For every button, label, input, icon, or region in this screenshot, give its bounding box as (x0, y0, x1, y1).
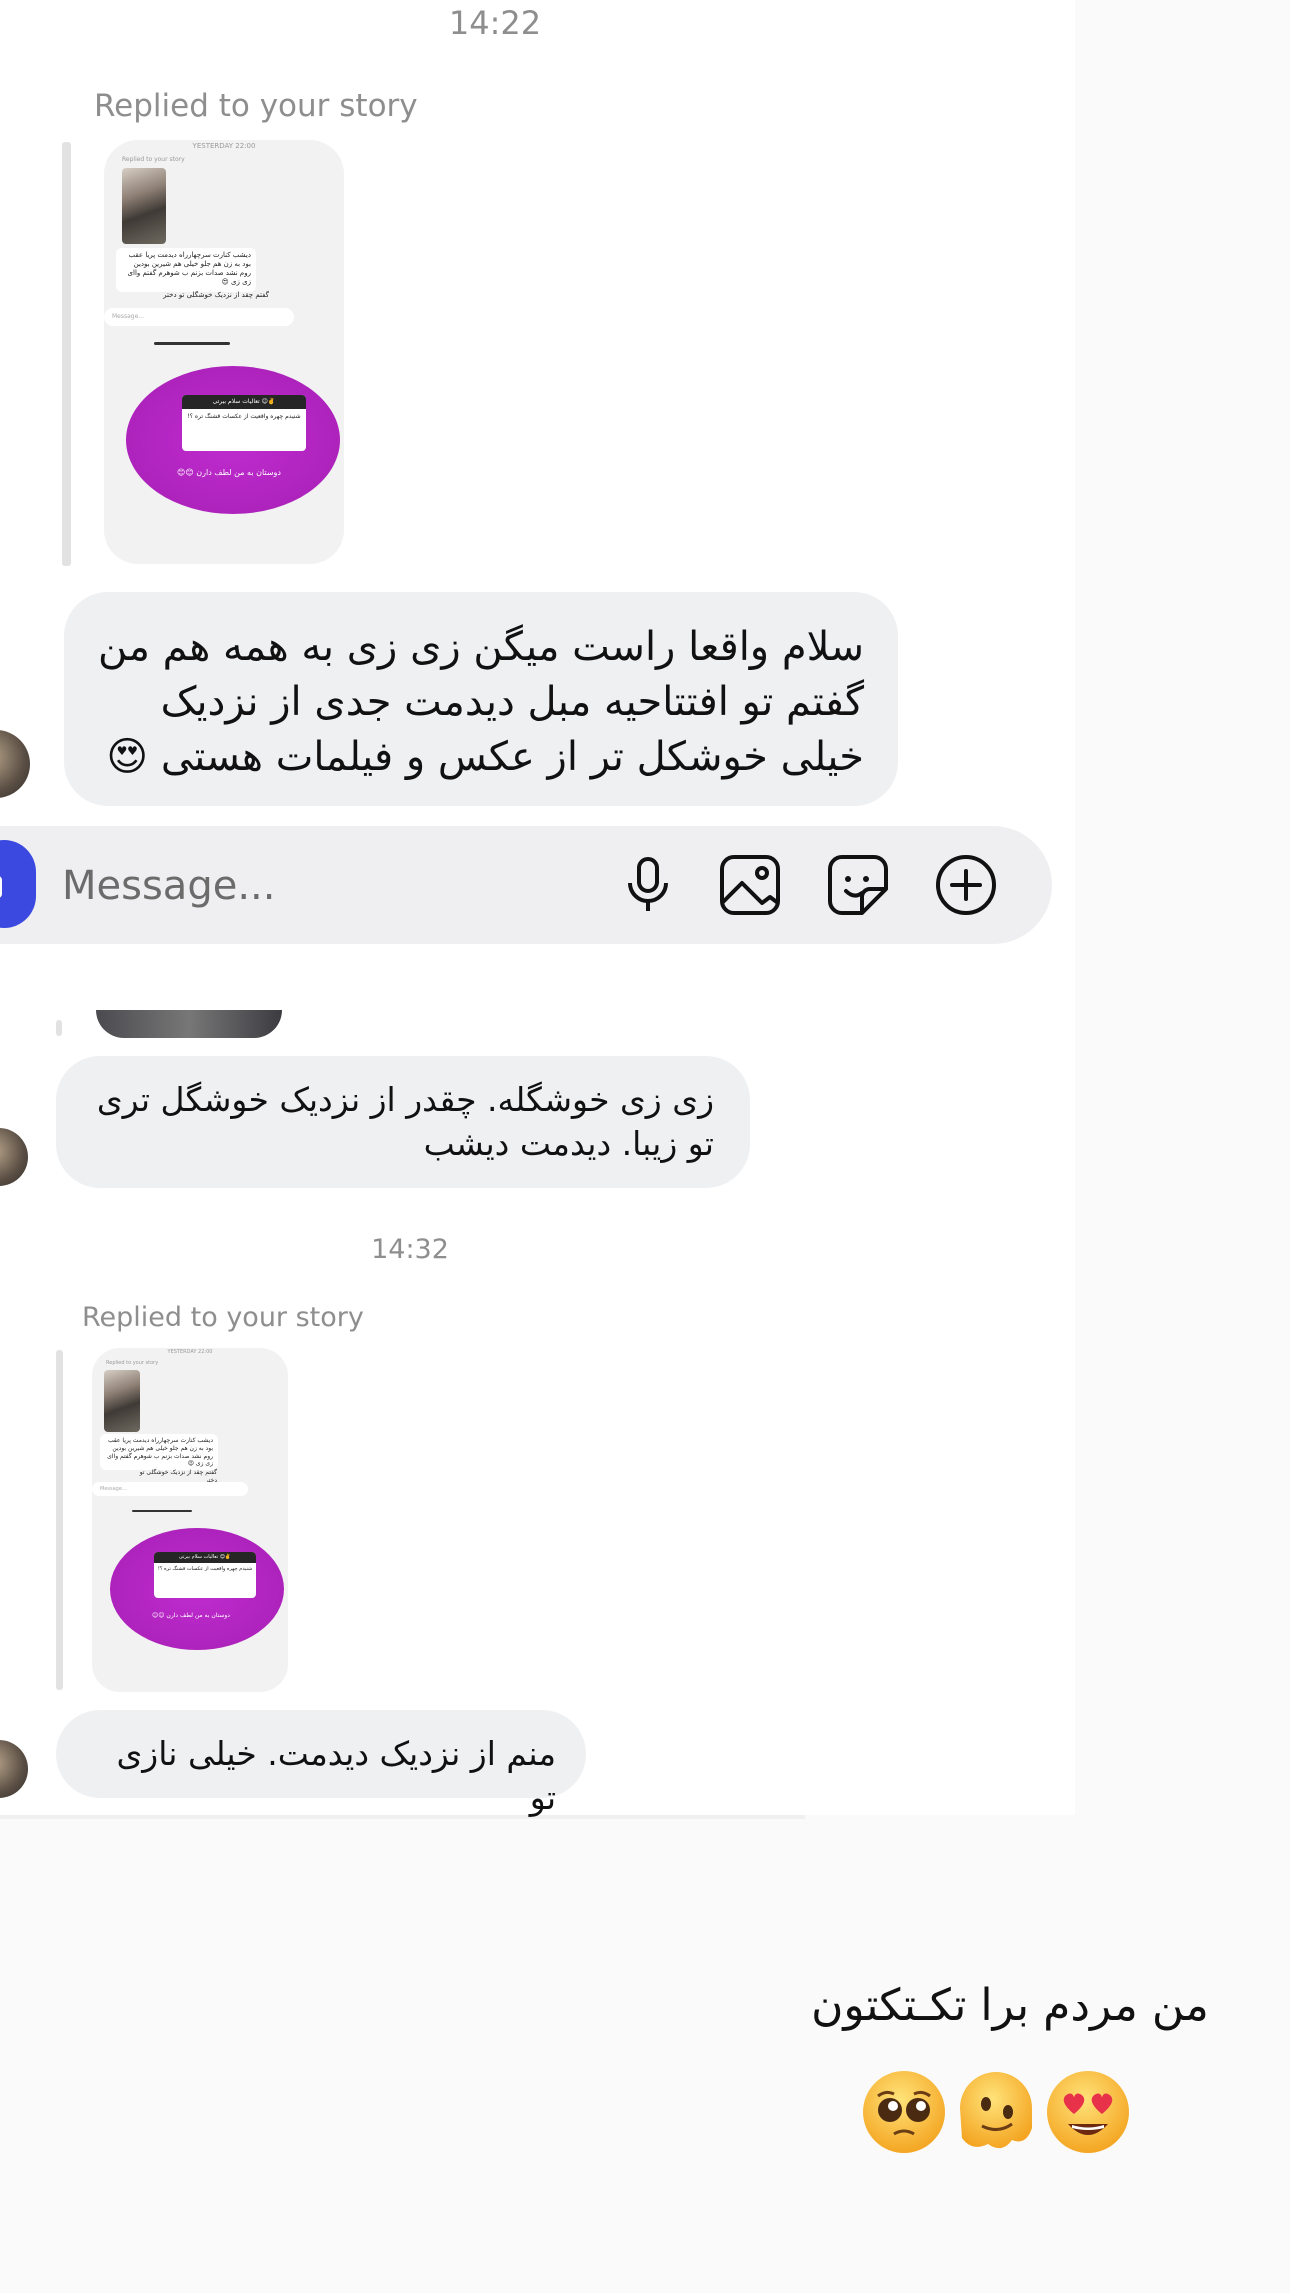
add-icon[interactable] (934, 853, 998, 917)
timestamp: 14:22 (448, 4, 542, 42)
story-mini-replied-label: Replied to your story (122, 156, 185, 163)
pleading-face-emoji (863, 2071, 945, 2153)
story-mini-home-indicator (154, 342, 230, 345)
story-card-body: شنیدم چهره واقعیت از عکسات قشنگ تره ؟! (187, 413, 301, 420)
story-card-header: تعالیات سلام بیرتی 😊✌️ (154, 1552, 256, 1563)
story-card-header: تعالیات سلام بیرتی 😊✌️ (182, 395, 306, 409)
replied-to-story-label: Replied to your story (82, 1302, 364, 1333)
story-thumbnail-partial (96, 1010, 282, 1038)
message-bubble: سلام واقعا راست میگن زی زی به همه هم من … (64, 592, 898, 806)
message-bubble: زی زی خوشگله. چقدر از نزدیک خوشگل تری تو… (56, 1056, 750, 1188)
microphone-icon[interactable] (616, 853, 680, 917)
overlay-caption: من مردم برا تکـتکتون (811, 1980, 1209, 2031)
story-thumbnail[interactable]: YESTERDAY 22:00 Replied to your story دی… (104, 140, 344, 564)
reply-indicator-bar (62, 142, 71, 566)
emoji-row (860, 2068, 1140, 2168)
story-mini-input: Message... (104, 308, 294, 326)
story-mini-reply-text: دیشب کنارت سرچهارراه دیدمت پریا عقب بود … (116, 248, 256, 292)
story-mini-reply-text-2: گفتم چقد از نزدیک خوشگلی تو دختر (163, 291, 269, 299)
story-question-card: تعالیات سلام بیرتی 😊✌️ شنیدم چهره واقعیت… (182, 395, 306, 451)
sticker-icon[interactable] (826, 853, 890, 917)
story-mini-photo (122, 168, 166, 244)
replied-to-story-label: Replied to your story (94, 88, 418, 124)
melting-face-emoji (960, 2072, 1032, 2149)
message-bubble: منم از نزدیک دیدمت. خیلی نازی تو (56, 1710, 586, 1817)
timestamp: 14:32 (371, 1234, 449, 1265)
story-mini-reply-text-2: گفتم چقد از نزدیک خوشگلی تو دختر (139, 1469, 217, 1484)
story-mini-home-indicator (132, 1510, 192, 1512)
story-mini-timestamp: YESTERDAY 22:00 (192, 142, 256, 150)
story-mini-timestamp: YESTERDAY 22:00 (167, 1349, 213, 1355)
story-mini-input: Message... (92, 1482, 248, 1496)
image-icon[interactable] (718, 853, 782, 917)
story-question-card: تعالیات سلام بیرتی 😊✌️ شنیدم چهره واقعیت… (154, 1552, 256, 1598)
story-mini-photo (104, 1370, 140, 1432)
story-thumbnail[interactable]: YESTERDAY 22:00 Replied to your story دی… (92, 1348, 288, 1692)
reply-indicator-bar (56, 1350, 63, 1690)
story-card-caption: دوستان به من لطف دارن 😊😊 (152, 1612, 230, 1619)
heart-eyes-emoji (1047, 2071, 1129, 2153)
story-card-body: شنیدم چهره واقعیت از عکسات قشنگ تره ؟! (157, 1566, 253, 1572)
story-card-caption: دوستان به من لطف دارن 😊😊 (177, 468, 281, 477)
story-mini-reply-text: دیشب کنارت سرچهارراه دیدمت پریا عقب بود … (100, 1434, 218, 1470)
message-input[interactable] (60, 850, 604, 922)
story-mini-replied-label: Replied to your story (106, 1360, 159, 1366)
reply-indicator-bar (56, 1020, 62, 1036)
camera-icon (0, 876, 2, 898)
